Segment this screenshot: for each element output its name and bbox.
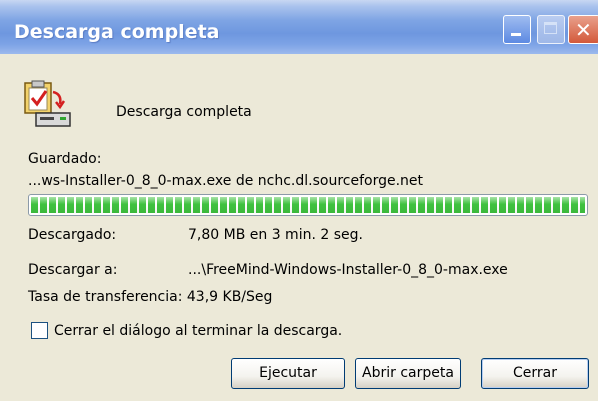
maximize-icon xyxy=(544,22,557,34)
maximize-button xyxy=(537,15,565,44)
minimize-button[interactable] xyxy=(503,15,531,44)
transfer-rate: Tasa de transferencia: 43,9 KB/Seg xyxy=(28,289,273,305)
close-button[interactable]: Cerrar xyxy=(481,358,589,389)
status-message: Descarga completa xyxy=(116,104,252,120)
download-progress-bar xyxy=(28,194,588,216)
download-to-label: Descargar a: xyxy=(28,262,118,278)
window-title: Descarga completa xyxy=(14,21,220,43)
run-button[interactable]: Ejecutar xyxy=(231,358,345,389)
open-folder-button[interactable]: Abrir carpeta xyxy=(355,358,461,389)
title-bar[interactable]: Descarga completa ✕ xyxy=(0,0,598,54)
saved-file-name: ...ws-Installer-0_8_0-max.exe de nchc.dl… xyxy=(28,173,424,189)
close-icon: ✕ xyxy=(575,18,592,42)
close-window-button[interactable]: ✕ xyxy=(568,15,598,44)
close-on-finish-label[interactable]: Cerrar el diálogo al terminar la descarg… xyxy=(54,323,342,339)
close-on-finish-checkbox[interactable] xyxy=(31,322,48,339)
downloaded-value: 7,80 MB en 3 min. 2 seg. xyxy=(188,227,363,243)
downloaded-label: Descargado: xyxy=(28,227,117,243)
download-complete-icon xyxy=(24,80,71,127)
saved-label: Guardado: xyxy=(28,151,102,167)
download-complete-dialog: Descarga completa ✕ Descarga completa Gu… xyxy=(0,0,598,401)
progress-fill xyxy=(31,197,585,213)
download-to-path: ...\FreeMind-Windows-Installer-0_8_0-max… xyxy=(188,262,508,278)
minimize-icon xyxy=(511,33,521,36)
